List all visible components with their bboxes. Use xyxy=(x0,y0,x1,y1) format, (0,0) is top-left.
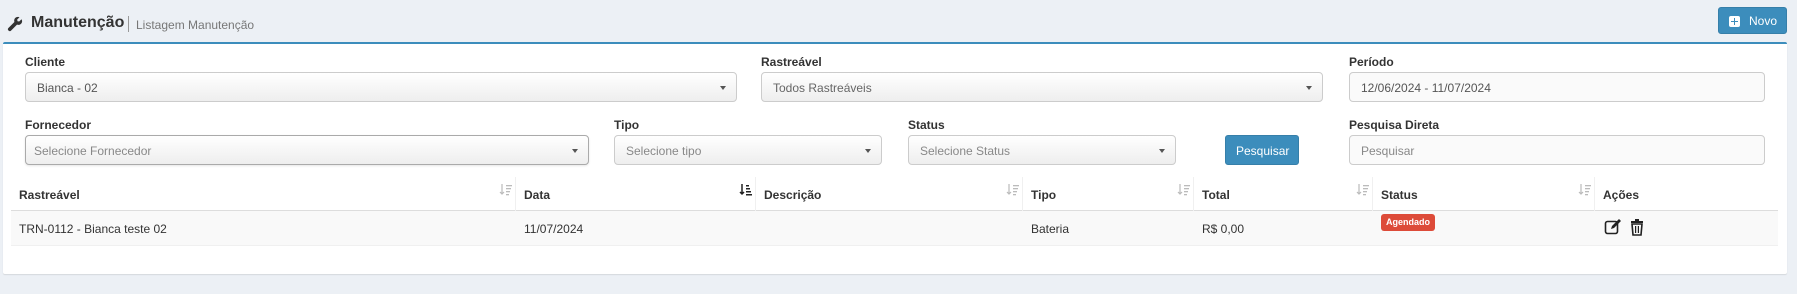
rastreavel-value: Todos Rastreáveis xyxy=(773,81,872,95)
cell-tipo-value: Bateria xyxy=(1031,222,1070,236)
new-button[interactable]: Novo xyxy=(1718,7,1787,34)
cell-acoes xyxy=(1595,211,1778,246)
rastreavel-label: Rastreável xyxy=(761,55,822,69)
caret-down-icon xyxy=(1159,149,1165,153)
cell-data-value: 11/07/2024 xyxy=(524,222,584,236)
caret-down-icon xyxy=(865,149,871,153)
tipo-label: Tipo xyxy=(614,118,640,132)
col-acoes: Ações xyxy=(1595,177,1778,211)
col-acoes-label: Ações xyxy=(1603,188,1640,202)
col-descricao-label: Descrição xyxy=(764,188,822,202)
col-total[interactable]: Total xyxy=(1194,177,1373,211)
trash-icon[interactable] xyxy=(1628,218,1646,236)
sort-icon xyxy=(1356,184,1369,196)
col-data[interactable]: Data xyxy=(516,177,756,211)
rastreavel-select[interactable]: Todos Rastreáveis xyxy=(761,72,1323,102)
sort-icon xyxy=(1006,184,1019,196)
table-header: Rastreável Data Descrição Tipo Total Sta… xyxy=(11,177,1778,211)
caret-down-icon xyxy=(720,86,726,90)
caret-down-icon xyxy=(1306,86,1312,90)
fornecedor-select[interactable]: Selecione Fornecedor xyxy=(25,135,589,165)
sort-icon xyxy=(499,184,512,196)
search-button[interactable]: Pesquisar xyxy=(1225,135,1299,165)
periodo-label: Período xyxy=(1349,55,1394,69)
page-subtitle: Listagem Manutenção xyxy=(136,18,255,32)
new-button-label: Novo xyxy=(1749,14,1778,28)
cliente-label: Cliente xyxy=(25,55,66,69)
table-row: TRN-0112 - Bianca teste 02 11/07/2024 Ba… xyxy=(11,211,1778,246)
direct-search-placeholder: Pesquisar xyxy=(1361,144,1415,158)
page-title: Manutenção xyxy=(31,14,125,31)
status-select[interactable]: Selecione Status xyxy=(908,135,1176,165)
periodo-value: 12/06/2024 - 11/07/2024 xyxy=(1361,81,1491,95)
col-status[interactable]: Status xyxy=(1373,177,1595,211)
edit-icon[interactable] xyxy=(1604,218,1622,236)
filter-panel: Cliente Bianca - 02 Rastreável Todos Ras… xyxy=(3,42,1787,274)
sort-active-icon xyxy=(739,184,752,196)
cell-total: R$ 0,00 xyxy=(1194,211,1373,246)
col-descricao[interactable]: Descrição xyxy=(756,177,1023,211)
tipo-select[interactable]: Selecione tipo xyxy=(614,135,882,165)
cell-data: 11/07/2024 xyxy=(516,211,756,246)
col-tipo[interactable]: Tipo xyxy=(1023,177,1194,211)
cell-total-value: R$ 0,00 xyxy=(1202,222,1245,236)
col-total-label: Total xyxy=(1202,188,1230,202)
cell-rastreavel: TRN-0112 - Bianca teste 02 xyxy=(11,211,516,246)
periodo-input[interactable]: 12/06/2024 - 11/07/2024 xyxy=(1349,72,1765,102)
col-data-label: Data xyxy=(524,188,551,202)
status-badge: Agendado xyxy=(1381,214,1435,231)
cliente-select[interactable]: Bianca - 02 xyxy=(25,72,737,102)
status-label: Status xyxy=(908,118,945,132)
cell-status: Agendado xyxy=(1373,211,1595,246)
fornecedor-placeholder: Selecione Fornecedor xyxy=(34,144,152,158)
sort-icon xyxy=(1177,184,1190,196)
fornecedor-label: Fornecedor xyxy=(25,118,92,132)
col-rastreavel-label: Rastreável xyxy=(19,188,80,202)
tipo-placeholder: Selecione tipo xyxy=(626,144,702,158)
plus-square-icon xyxy=(1729,16,1740,27)
col-rastreavel[interactable]: Rastreável xyxy=(11,177,516,211)
wrench-icon xyxy=(7,16,23,32)
title-divider xyxy=(128,16,129,32)
col-status-label: Status xyxy=(1381,188,1418,202)
page-header: Manutenção Listagem Manutenção Novo xyxy=(0,0,1797,42)
cell-rastreavel-value: TRN-0112 - Bianca teste 02 xyxy=(19,222,167,236)
search-button-label: Pesquisar xyxy=(1236,144,1290,158)
cell-tipo: Bateria xyxy=(1023,211,1194,246)
cliente-value: Bianca - 02 xyxy=(37,81,98,95)
cell-descricao xyxy=(756,211,1023,246)
sort-icon xyxy=(1578,184,1591,196)
col-tipo-label: Tipo xyxy=(1031,188,1057,202)
caret-down-icon xyxy=(572,149,578,153)
status-placeholder: Selecione Status xyxy=(920,144,1011,158)
direct-search-label: Pesquisa Direta xyxy=(1349,118,1440,132)
direct-search-input[interactable]: Pesquisar xyxy=(1349,135,1765,165)
